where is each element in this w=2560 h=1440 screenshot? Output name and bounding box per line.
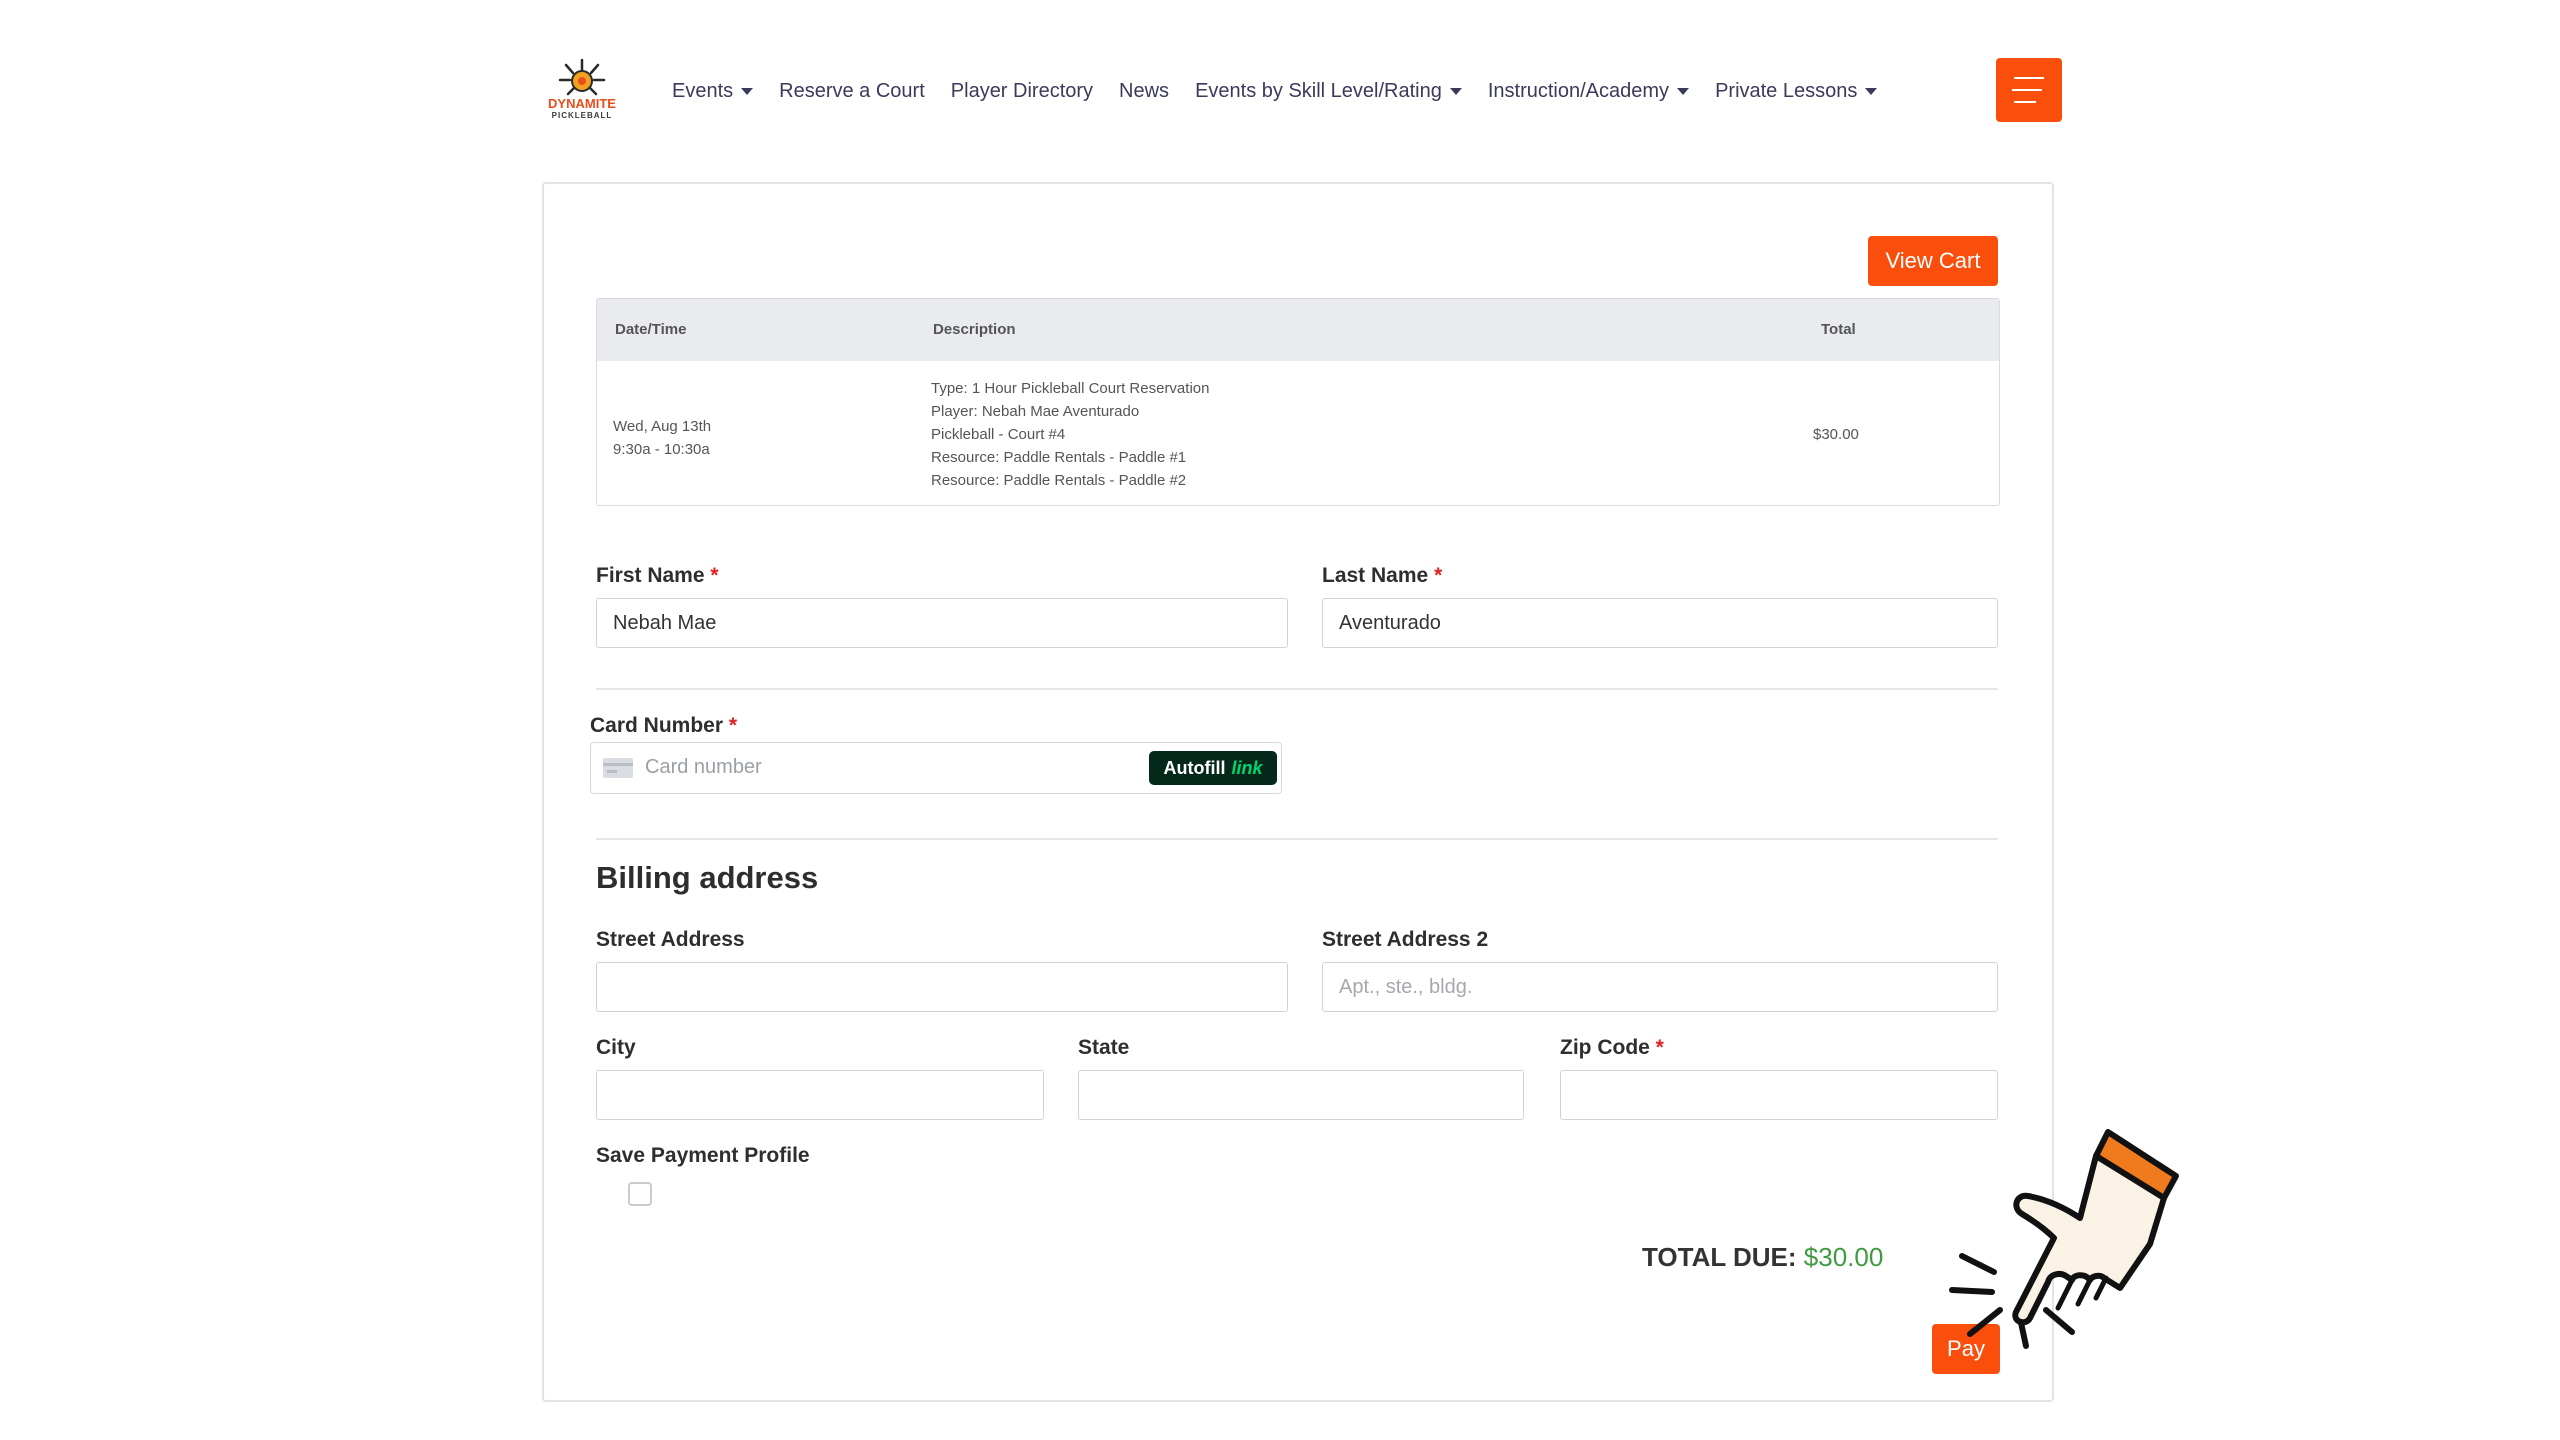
street-address-2-input[interactable]	[1322, 962, 1998, 1012]
menu-line-icon	[2014, 77, 2044, 79]
billing-address-title: Billing address	[596, 860, 819, 895]
divider	[596, 688, 1998, 690]
zip-code-label: Zip Code *	[1560, 1036, 1664, 1059]
menu-line-icon	[2014, 101, 2036, 103]
street-address-2-label: Street Address 2	[1322, 928, 1489, 951]
card-number-input[interactable]: Card number Autofill link	[590, 742, 1282, 794]
caret-down-icon	[1449, 87, 1462, 95]
divider	[596, 838, 1998, 840]
first-name-input[interactable]	[596, 598, 1288, 648]
site-header: DYNAMITE PICKLEBALL Events Reserve a Cou…	[0, 0, 2560, 180]
cart-datetime: Wed, Aug 13th 9:30a - 10:30a	[613, 418, 712, 458]
cart-table: Date/Time Description Total Wed, Aug 13t…	[596, 298, 2000, 506]
menu-line-icon	[2012, 89, 2042, 91]
autofill-link-button[interactable]: Autofill link	[1149, 751, 1277, 785]
view-cart-button[interactable]: View Cart	[1868, 236, 1998, 286]
nav-events[interactable]: Events	[672, 80, 754, 103]
nav-events-by-skill[interactable]: Events by Skill Level/Rating	[1195, 80, 1462, 103]
city-input[interactable]	[596, 1070, 1044, 1120]
save-payment-profile-label: Save Payment Profile	[596, 1144, 810, 1167]
nav-instruction-academy[interactable]: Instruction/Academy	[1488, 80, 1690, 103]
table-row: Wed, Aug 13th 9:30a - 10:30a Type: 1 Hou…	[597, 361, 1999, 505]
main-nav: Events Reserve a Court Player Directory …	[672, 76, 1903, 106]
caret-down-icon	[1865, 87, 1878, 95]
total-due-amount: $30.00	[1803, 1242, 1884, 1272]
nav-player-directory[interactable]: Player Directory	[951, 80, 1093, 103]
caret-down-icon	[741, 87, 754, 95]
state-input[interactable]	[1078, 1070, 1524, 1120]
total-due: TOTAL DUE: $30.00	[1642, 1242, 1884, 1272]
street-address-input[interactable]	[596, 962, 1288, 1012]
checkout-card: View Cart Date/Time Description Total We…	[542, 182, 2054, 1402]
header-total: Total	[1821, 321, 1856, 338]
cart-row-total: $30.00	[1813, 426, 1859, 443]
cart-table-header: Date/Time Description Total	[597, 299, 1999, 361]
card-number-placeholder: Card number	[645, 756, 762, 778]
nav-private-lessons[interactable]: Private Lessons	[1715, 80, 1878, 103]
logo-wordmark: DYNAMITE PICKLEBALL	[548, 96, 616, 120]
header-datetime: Date/Time	[615, 321, 687, 338]
last-name-input[interactable]	[1322, 598, 1998, 648]
hamburger-menu-button[interactable]	[1996, 58, 2062, 122]
site-logo[interactable]: DYNAMITE PICKLEBALL	[546, 58, 618, 128]
caret-down-icon	[1677, 87, 1690, 95]
first-name-label: First Name *	[596, 564, 719, 587]
state-label: State	[1078, 1036, 1130, 1059]
save-payment-profile-checkbox[interactable]	[628, 1182, 652, 1206]
zip-code-input[interactable]	[1560, 1070, 1998, 1120]
nav-news[interactable]: News	[1119, 80, 1169, 103]
street-address-label: Street Address	[596, 928, 745, 951]
last-name-label: Last Name *	[1322, 564, 1443, 587]
city-label: City	[596, 1036, 636, 1059]
header-description: Description	[933, 321, 1016, 338]
card-number-label: Card Number *	[590, 714, 738, 737]
pointing-hand-icon	[1949, 1129, 2179, 1349]
cart-description: Type: 1 Hour Pickleball Court Reservatio…	[931, 380, 1210, 489]
credit-card-icon	[603, 758, 633, 778]
nav-reserve-court[interactable]: Reserve a Court	[779, 80, 925, 103]
